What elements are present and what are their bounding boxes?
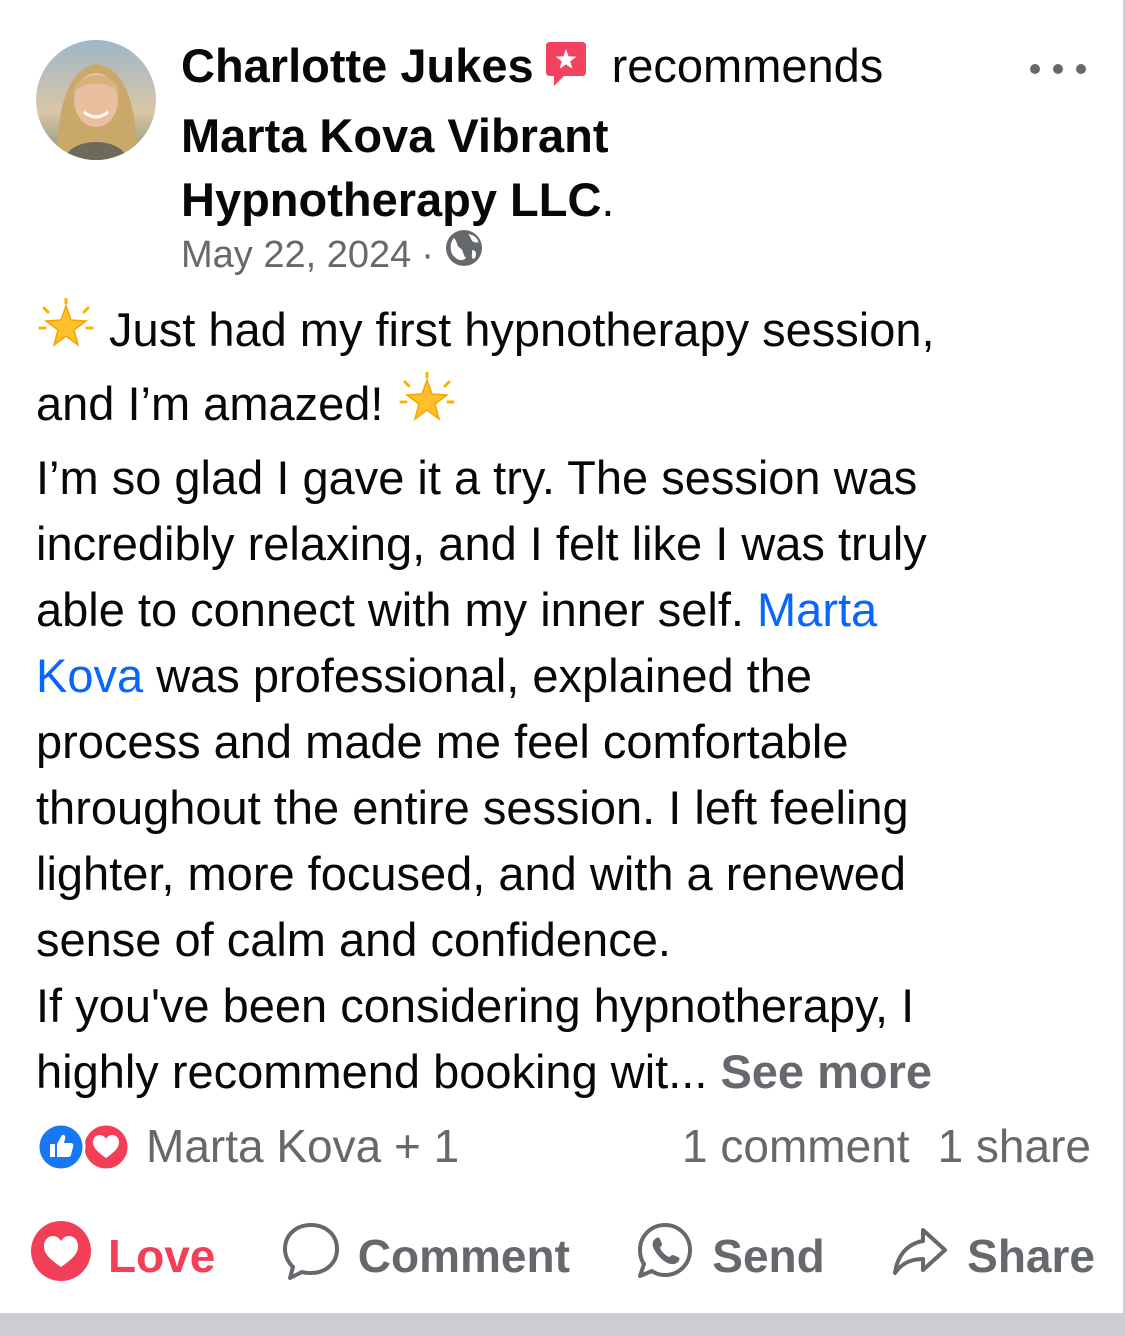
body-line: lighter, more focused, and with a renewe… [36,847,907,900]
body-line: Just had my first hypnotherapy session, [36,296,1096,371]
recommend-badge-icon [542,40,590,104]
share-count[interactable]: 1 share [938,1116,1091,1176]
body-text: was professional, explained the [143,649,812,702]
body-line: throughout the entire session. I left fe… [36,781,909,834]
love-icon [30,1220,92,1293]
meta-separator: · [421,233,434,276]
body-line: incredibly relaxing, and I felt like I w… [36,517,927,570]
send-label: Send [712,1230,825,1282]
love-label: Love [108,1230,216,1282]
body-line: sense of calm and confidence. [36,913,671,966]
body-text: highly recommend booking wit... [36,1045,721,1098]
author-avatar[interactable] [36,40,156,160]
body-line: If you've been considering hypnotherapy,… [36,979,915,1032]
page-name-suffix: . [601,173,615,226]
page-name-line-2[interactable]: Hypnotherapy LLC [181,173,601,226]
more-options-button[interactable] [1030,56,1086,82]
post-date[interactable]: May 22, 2024 [181,230,411,280]
body-line: and I’m amazed! [36,370,1096,445]
reactor-names[interactable]: Marta Kova + 1 [146,1116,459,1176]
comment-button[interactable]: Comment [280,1220,570,1293]
recommends-label: recommends [611,39,884,92]
engagement-counts: 1 comment 1 share [682,1116,1091,1176]
share-button[interactable]: Share [889,1220,1095,1293]
avatar-image [36,40,156,160]
globe-icon[interactable] [444,228,484,281]
body-text: and I’m amazed! [36,377,397,430]
more-dot [1030,64,1040,74]
body-line: highly recommend booking wit... See more [36,1039,1096,1105]
post-meta: May 22, 2024 · [181,228,484,281]
reactions-summary: Marta Kova + 1 1 comment 1 share [36,1116,1091,1176]
feed-separator [0,1313,1125,1336]
mention-link[interactable]: Kova [36,649,143,702]
glowing-star-icon [397,370,457,445]
body-line: process and made me feel comfortable [36,715,849,768]
more-dot [1076,64,1086,74]
body-line: I’m so glad I gave it a try. The session… [36,451,918,504]
share-label: Share [967,1230,1095,1282]
glowing-star-icon [36,296,96,371]
body-text: Just had my first hypnotherapy session, [96,303,935,356]
see-more-link[interactable]: See more [720,1045,932,1098]
post-card: Charlotte Jukes recommends Marta Kova Vib… [0,0,1125,1313]
author-name[interactable]: Charlotte Jukes [181,39,534,92]
page-name-line-1[interactable]: Marta Kova Vibrant [181,109,608,162]
love-button[interactable]: Love [30,1220,215,1293]
mention-link[interactable]: Marta [757,583,877,636]
post-header: Charlotte Jukes recommends Marta Kova Vib… [181,34,1041,232]
comment-label: Comment [357,1230,570,1282]
body-line: able to connect with my inner self. Mart… [36,577,1096,643]
action-bar: Love Comment Send Share [30,1220,1095,1288]
comment-count[interactable]: 1 comment [682,1116,910,1176]
comment-icon [280,1220,342,1293]
body-text: able to connect with my inner self. [36,583,758,636]
reaction-icons[interactable] [36,1122,136,1172]
more-dot [1053,64,1063,74]
share-icon [889,1220,951,1293]
body-line: Kova was professional, explained the [36,643,1096,709]
send-button[interactable]: Send [634,1220,825,1293]
whatsapp-icon [634,1220,696,1293]
post-body: Just had my first hypnotherapy session, … [36,296,1096,1105]
